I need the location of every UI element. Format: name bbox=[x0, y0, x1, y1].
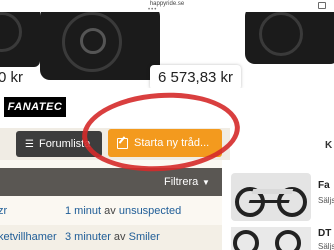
thread-last-post: 1 minut av unsuspected bbox=[65, 205, 181, 217]
caret-down-icon[interactable]: ▼ bbox=[202, 178, 210, 187]
wheel-thumbnail[interactable] bbox=[231, 227, 311, 250]
product-image-left[interactable] bbox=[0, 12, 40, 67]
classified-subtitle: Säljs bbox=[318, 242, 334, 250]
thread-by: av bbox=[104, 205, 116, 217]
bike-thumbnail[interactable] bbox=[231, 173, 311, 221]
list-icon: ☰ bbox=[25, 138, 34, 150]
product-image-right[interactable] bbox=[245, 12, 334, 64]
thread-time[interactable]: 3 minuter bbox=[65, 231, 111, 243]
classified-subtitle: Säljs bbox=[318, 196, 334, 205]
thread-row[interactable]: ketvillhamer 3 minuter av Smiler bbox=[0, 225, 222, 250]
thread-last-post: 3 minuter av Smiler bbox=[65, 231, 160, 243]
thread-user[interactable]: unsuspected bbox=[119, 205, 181, 217]
thread-user[interactable]: Smiler bbox=[129, 231, 160, 243]
thread-time[interactable]: 1 minut bbox=[65, 205, 101, 217]
product-image-center[interactable] bbox=[40, 12, 160, 80]
price-label: 6 573,83 kr bbox=[150, 65, 242, 88]
classified-title[interactable]: DT bbox=[318, 228, 331, 239]
product-ad-strip[interactable]: 0 kr 6 573,83 kr bbox=[0, 12, 334, 88]
sidebar-heading: K bbox=[325, 140, 333, 151]
classified-title[interactable]: Fa bbox=[318, 180, 330, 191]
thread-title[interactable]: zr bbox=[0, 205, 7, 217]
fanatec-logo[interactable]: FANATEC bbox=[4, 97, 66, 117]
thread-by: av bbox=[113, 231, 126, 243]
browser-address-bar[interactable]: happyride.se ••• bbox=[0, 0, 334, 13]
tabs-icon[interactable] bbox=[318, 2, 326, 9]
url-text[interactable]: happyride.se bbox=[0, 1, 334, 7]
filter-button[interactable]: Filtrera bbox=[164, 176, 198, 188]
thread-title[interactable]: ketvillhamer bbox=[0, 231, 57, 243]
price-label: 0 kr bbox=[0, 69, 24, 86]
thread-row[interactable]: zr 1 minut av unsuspected bbox=[0, 199, 222, 225]
